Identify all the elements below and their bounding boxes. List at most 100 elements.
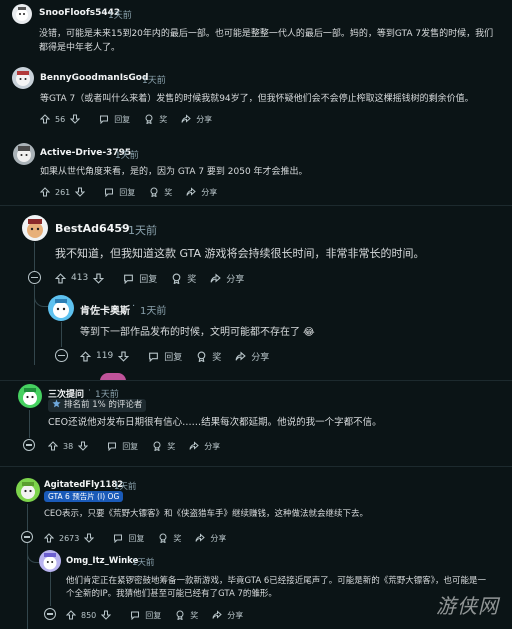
reply-bubble-icon bbox=[114, 534, 123, 543]
award-icon bbox=[159, 533, 167, 543]
vote-control: 56 bbox=[40, 114, 85, 124]
upvote-arrow-icon[interactable] bbox=[66, 610, 76, 620]
downvote-arrow-icon[interactable] bbox=[84, 533, 95, 543]
award-button[interactable]: 奖 bbox=[144, 114, 167, 125]
avatar[interactable] bbox=[18, 384, 42, 408]
snoo-avatar-icon bbox=[17, 146, 31, 162]
vote-count: 119 bbox=[96, 351, 114, 361]
timestamp: 1天前 bbox=[140, 306, 167, 317]
vote-count: 261 bbox=[55, 187, 71, 197]
reply-button[interactable]: 回复 bbox=[123, 272, 157, 285]
award-button[interactable]: 奖 bbox=[171, 272, 196, 285]
collapse-minus-icon[interactable] bbox=[28, 271, 41, 284]
username[interactable]: AgitatedFly1182 bbox=[44, 480, 123, 490]
downvote-arrow-icon[interactable] bbox=[93, 273, 105, 284]
share-arrow-icon bbox=[186, 187, 197, 196]
reply-button[interactable]: 回复 bbox=[107, 441, 138, 452]
award-icon bbox=[150, 187, 158, 197]
award-button[interactable]: 奖 bbox=[152, 441, 175, 452]
avatar[interactable] bbox=[16, 478, 40, 502]
award-button[interactable]: 奖 bbox=[175, 610, 198, 621]
timestamp-separator: · bbox=[125, 555, 128, 565]
downvote-arrow-icon[interactable] bbox=[78, 441, 89, 451]
comment-text: 如果从世代角度来看，是的，因为 GTA 7 要到 2050 年才会推出。 bbox=[40, 167, 308, 177]
vote-control: 850 bbox=[66, 610, 116, 620]
avatar[interactable] bbox=[12, 67, 34, 89]
share-button[interactable]: 分享 bbox=[186, 187, 217, 198]
reply-bubble-icon bbox=[100, 115, 109, 124]
upvote-arrow-icon[interactable] bbox=[40, 114, 50, 124]
award-button[interactable]: 奖 bbox=[196, 350, 221, 363]
upvote-arrow-icon[interactable] bbox=[80, 350, 91, 362]
collapse-minus-icon[interactable] bbox=[21, 531, 33, 543]
share-button[interactable]: 分享 bbox=[210, 272, 244, 285]
award-icon bbox=[176, 610, 184, 620]
comment-actions: 261 回复 奖 分享 bbox=[40, 186, 231, 198]
vote-control: 261 bbox=[40, 187, 90, 197]
upvote-arrow-icon[interactable] bbox=[44, 533, 54, 543]
avatar[interactable] bbox=[13, 143, 35, 165]
avatar[interactable] bbox=[22, 215, 48, 241]
comment-actions: 119 回复 奖 分享 bbox=[80, 350, 283, 363]
reply-button[interactable]: 回复 bbox=[148, 350, 182, 363]
share-button[interactable]: 分享 bbox=[181, 114, 212, 125]
comment-text: CEO表示，只要《荒野大镖客》和《侠盗猎车手》继续赚钱，这种做法就会继续下去。 bbox=[44, 509, 368, 519]
reply-bubble-icon bbox=[105, 188, 114, 197]
share-button[interactable]: 分享 bbox=[212, 610, 243, 621]
reply-button[interactable]: 回复 bbox=[130, 610, 161, 621]
timestamp-separator: · bbox=[120, 221, 124, 234]
zoom-panel-border bbox=[0, 205, 512, 206]
reply-bubble-icon bbox=[149, 352, 159, 362]
reply-button[interactable]: 回复 bbox=[113, 533, 144, 544]
snoo-avatar-icon bbox=[23, 388, 37, 405]
share-button[interactable]: 分享 bbox=[195, 533, 226, 544]
timestamp-separator: · bbox=[107, 479, 110, 489]
award-button[interactable]: 奖 bbox=[158, 533, 181, 544]
reply-button[interactable]: 回复 bbox=[104, 187, 135, 198]
downvote-arrow-icon[interactable] bbox=[101, 610, 112, 620]
zoom-panel-border bbox=[0, 380, 512, 381]
downvote-arrow-icon[interactable] bbox=[75, 187, 86, 197]
collapse-minus-icon[interactable] bbox=[44, 608, 56, 620]
award-button[interactable]: 奖 bbox=[149, 187, 172, 198]
downvote-arrow-icon[interactable] bbox=[118, 351, 130, 362]
share-arrow-icon bbox=[181, 114, 191, 123]
avatar[interactable] bbox=[12, 4, 32, 24]
reply-bubble-icon bbox=[108, 442, 117, 451]
reply-button[interactable]: 回复 bbox=[99, 114, 130, 125]
timestamp: 1天前 bbox=[132, 558, 155, 568]
site-watermark: 游侠网 bbox=[436, 594, 499, 618]
downvote-arrow-icon[interactable] bbox=[70, 114, 81, 124]
avatar[interactable] bbox=[39, 550, 61, 572]
timestamp-separator: · bbox=[108, 147, 111, 157]
vote-control: 2673 bbox=[44, 533, 99, 543]
thread-line bbox=[61, 322, 62, 347]
thread-branch-connector bbox=[34, 290, 49, 307]
share-arrow-icon bbox=[212, 610, 223, 619]
upvote-arrow-icon[interactable] bbox=[48, 441, 58, 451]
timestamp-separator: · bbox=[135, 72, 138, 82]
comment-actions: 2673 回复 奖 分享 bbox=[44, 532, 240, 544]
share-arrow-icon bbox=[235, 350, 246, 361]
collapse-minus-icon[interactable] bbox=[55, 349, 68, 362]
share-button[interactable]: 分享 bbox=[235, 350, 269, 363]
thread-line bbox=[50, 572, 51, 606]
collapse-minus-icon[interactable] bbox=[23, 439, 35, 451]
upvote-arrow-icon[interactable] bbox=[40, 187, 50, 197]
zoom-panel-border bbox=[0, 466, 512, 467]
upvote-arrow-icon[interactable] bbox=[55, 272, 66, 284]
username[interactable]: 肯佐卡奥斯 bbox=[80, 302, 130, 317]
reply-bubble-icon bbox=[131, 611, 140, 620]
username[interactable]: BennyGoodmanIsGod bbox=[40, 73, 148, 83]
comment-actions: 38 回复 奖 分享 bbox=[48, 440, 234, 452]
username[interactable]: BestAd6459 bbox=[55, 222, 130, 235]
avatar[interactable] bbox=[48, 295, 74, 321]
share-button[interactable]: 分享 bbox=[189, 441, 220, 452]
timestamp: 1天前 bbox=[115, 151, 139, 161]
snoo-avatar-icon bbox=[27, 219, 43, 238]
comment-actions: 850 回复 奖 分享 bbox=[66, 609, 257, 621]
vote-count: 2673 bbox=[59, 533, 80, 543]
timestamp-separator: · bbox=[101, 7, 104, 17]
comment-text: 没错，可能是未来15到20年内的最后一部。也可能是整整一代人的最后一部。妈的，等… bbox=[39, 29, 494, 53]
user-flair-badge: 排名前 1% 的评论者 bbox=[48, 399, 147, 412]
